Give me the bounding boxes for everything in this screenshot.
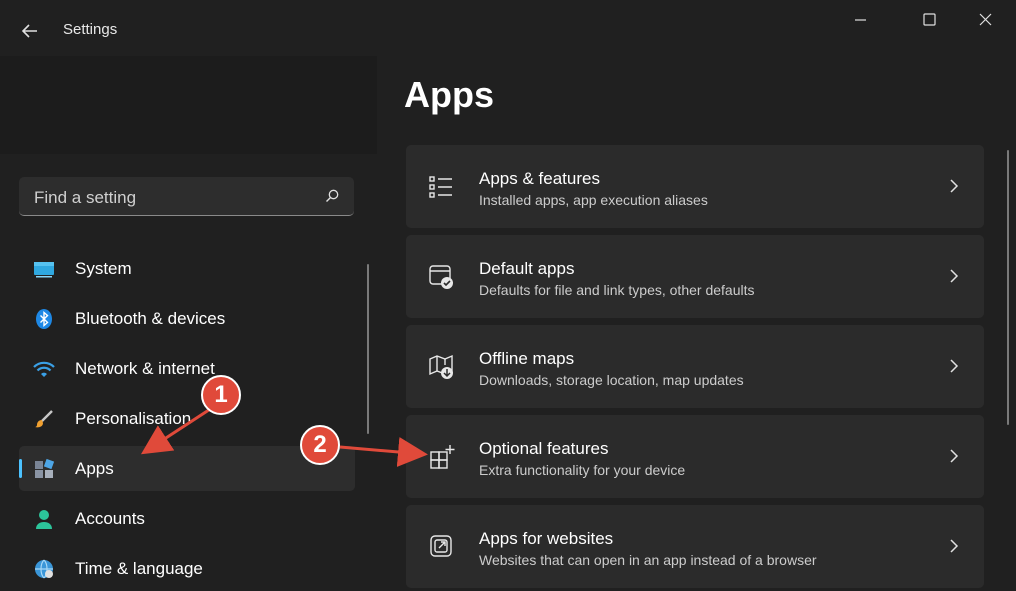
apps-icon — [33, 458, 55, 480]
sidebar-item-label: Bluetooth & devices — [75, 309, 226, 328]
optional-features-icon — [428, 443, 456, 471]
minimize-button[interactable] — [837, 8, 883, 32]
chevron-right-icon — [946, 537, 962, 555]
chevron-right-icon — [946, 447, 962, 465]
sidebar-item-label: Time & language — [75, 559, 203, 578]
sidebar-item-bluetooth[interactable]: Bluetooth & devices — [19, 296, 355, 341]
maximize-button[interactable] — [906, 8, 952, 32]
chevron-right-icon — [946, 177, 962, 195]
card-title: Offline maps — [479, 349, 575, 368]
card-subtitle: Defaults for file and link types, other … — [479, 282, 755, 298]
annotation-badge-2: 2 — [300, 425, 340, 465]
list-icon — [428, 173, 456, 201]
card-title: Optional features — [479, 439, 609, 458]
title-bar: Settings — [0, 0, 1016, 56]
card-title: Apps for websites — [479, 529, 614, 548]
page-title: Apps — [404, 74, 494, 115]
card-subtitle: Websites that can open in an app instead… — [479, 552, 817, 568]
card-title: Apps & features — [479, 169, 600, 188]
sidebar-item-label: System — [75, 259, 132, 278]
sidebar-item-label: Accounts — [75, 509, 145, 528]
card-default-apps[interactable]: Default apps Defaults for file and link … — [406, 235, 984, 318]
default-apps-icon — [428, 263, 456, 291]
chevron-right-icon — [946, 357, 962, 375]
map-icon — [428, 353, 456, 381]
person-icon — [33, 508, 55, 530]
profile-area — [0, 56, 377, 154]
card-offline-maps[interactable]: Offline maps Downloads, storage location… — [406, 325, 984, 408]
search-input[interactable]: Find a setting — [19, 177, 354, 216]
card-apps-features[interactable]: Apps & features Installed apps, app exec… — [406, 145, 984, 228]
card-title: Default apps — [479, 259, 575, 278]
card-subtitle: Downloads, storage location, map updates — [479, 372, 744, 388]
main-scrollbar[interactable] — [1007, 150, 1009, 425]
card-subtitle: Extra functionality for your device — [479, 462, 686, 478]
card-optional-features[interactable]: Optional features Extra functionality fo… — [406, 415, 984, 498]
sidebar-item-network[interactable]: Network & internet — [19, 346, 355, 391]
sidebar-item-accounts[interactable]: Accounts — [19, 496, 355, 541]
chevron-right-icon — [946, 267, 962, 285]
selection-indicator — [19, 459, 22, 478]
card-apps-for-websites[interactable]: Apps for websites Websites that can open… — [406, 505, 984, 588]
sidebar-item-label: Apps — [75, 459, 114, 478]
card-subtitle: Installed apps, app execution aliases — [479, 192, 708, 208]
globe-icon — [33, 558, 55, 580]
sidebar-item-label: Network & internet — [75, 359, 215, 378]
bluetooth-icon — [33, 308, 55, 330]
app-title: Settings — [63, 21, 118, 38]
brush-icon — [33, 408, 55, 430]
annotation-badge-1: 1 — [201, 375, 241, 415]
sidebar-item-system[interactable]: System — [19, 246, 355, 291]
search-placeholder: Find a setting — [34, 188, 137, 207]
open-external-icon — [428, 533, 456, 561]
close-button[interactable] — [962, 8, 1008, 32]
search-icon — [324, 188, 340, 204]
sidebar-item-time-language[interactable]: Time & language — [19, 546, 355, 591]
sidebar-item-label: Personalisation — [75, 409, 192, 428]
system-icon — [33, 258, 55, 280]
back-arrow-icon[interactable] — [18, 18, 44, 44]
wifi-icon — [33, 358, 55, 380]
sidebar-scrollbar[interactable] — [367, 264, 369, 434]
